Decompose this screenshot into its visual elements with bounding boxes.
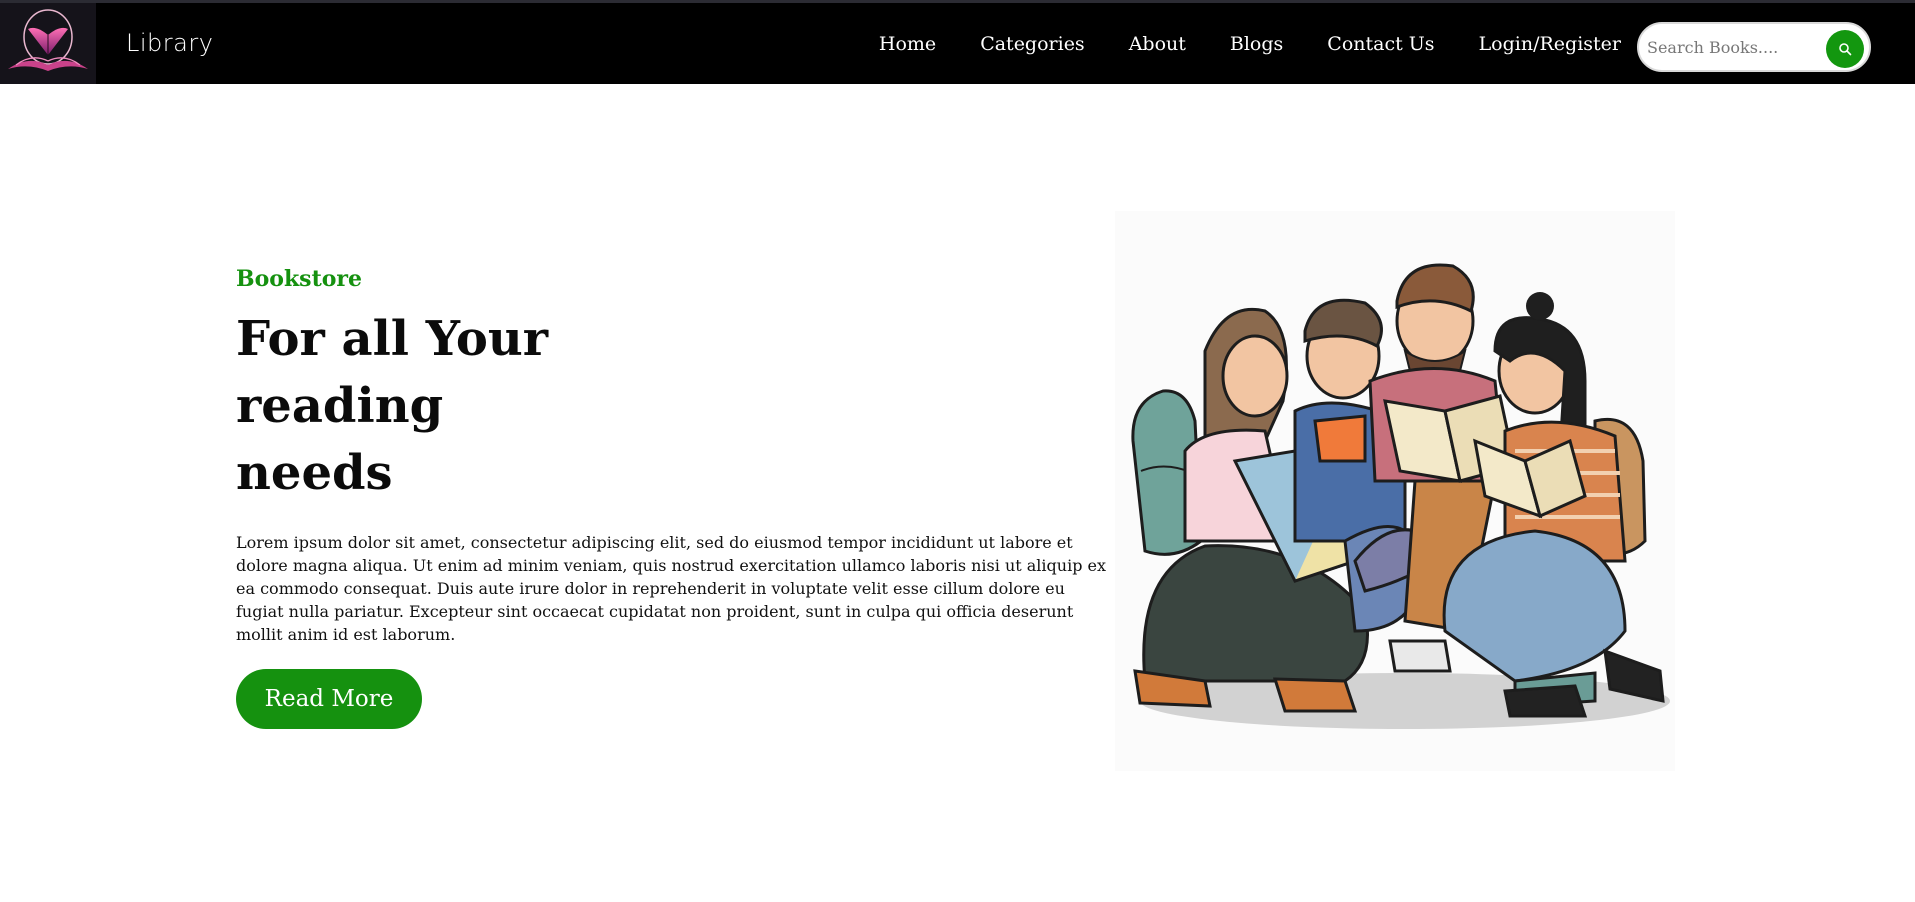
hero-paragraph: Lorem ipsum dolor sit amet, consectetur … [236,533,1107,644]
search-input[interactable] [1647,30,1823,64]
students-reading-image [1131,263,1670,729]
nav-blogs[interactable]: Blogs [1208,33,1305,55]
brand-name[interactable]: Library [126,29,213,57]
hero-headline: For all Your reading needs [236,311,549,501]
nav-home[interactable]: Home [857,33,958,55]
students-reading-illustration [1115,211,1675,771]
main-nav: Home Categories About Blogs Contact Us L… [857,3,1643,84]
open-book-logo-icon [8,8,88,71]
search-icon [1839,43,1852,56]
read-more-button[interactable]: Read More [236,669,422,729]
search-button[interactable] [1826,30,1864,68]
nav-about[interactable]: About [1107,33,1208,55]
nav-categories[interactable]: Categories [958,33,1107,55]
top-navbar: Library Home Categories About Blogs Cont… [0,0,1915,84]
nav-login-register[interactable]: Login/Register [1457,33,1643,55]
logo[interactable] [0,3,96,84]
hero-eyebrow: Bookstore [236,266,362,292]
search-bar [1637,22,1871,72]
nav-contact-us[interactable]: Contact Us [1305,33,1456,55]
